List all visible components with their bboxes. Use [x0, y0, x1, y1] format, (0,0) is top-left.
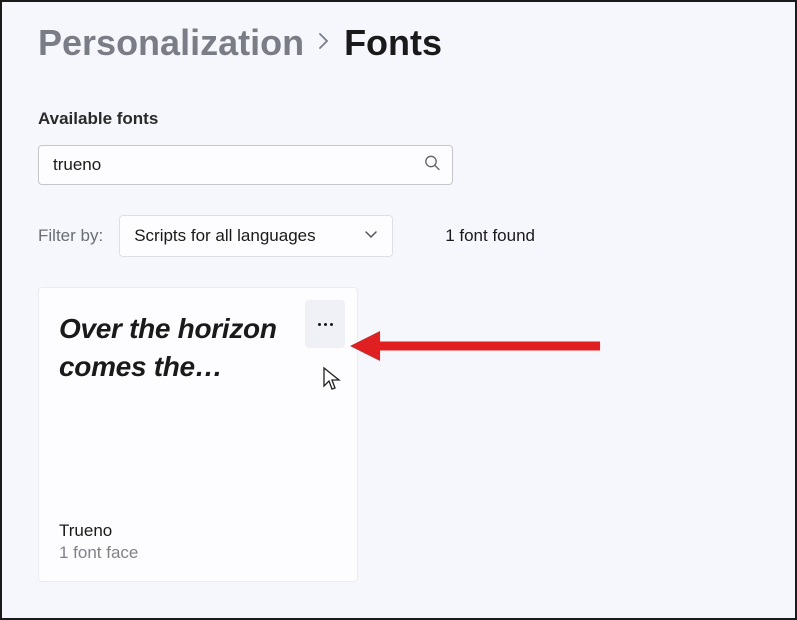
font-preview-text: Over the horizon comes the…	[59, 310, 299, 386]
breadcrumb: Personalization Fonts	[38, 22, 759, 64]
font-card-footer: Trueno 1 font face	[59, 521, 337, 563]
font-card[interactable]: Over the horizon comes the… Trueno 1 fon…	[38, 287, 358, 582]
search-input[interactable]	[38, 145, 453, 185]
breadcrumb-parent[interactable]: Personalization	[38, 22, 304, 64]
page-title: Fonts	[344, 22, 442, 64]
font-name: Trueno	[59, 521, 337, 541]
more-icon	[318, 323, 333, 326]
chevron-down-icon	[364, 227, 378, 245]
filter-select-value: Scripts for all languages	[134, 226, 315, 246]
search-icon	[424, 155, 440, 176]
filter-label: Filter by:	[38, 226, 103, 246]
filter-row: Filter by: Scripts for all languages 1 f…	[38, 215, 759, 257]
results-count: 1 font found	[445, 226, 535, 246]
filter-select[interactable]: Scripts for all languages	[119, 215, 393, 257]
available-fonts-label: Available fonts	[38, 109, 759, 129]
search-wrapper	[38, 145, 453, 185]
chevron-right-icon	[318, 30, 330, 56]
font-faces-count: 1 font face	[59, 543, 337, 563]
more-options-button[interactable]	[305, 300, 345, 348]
